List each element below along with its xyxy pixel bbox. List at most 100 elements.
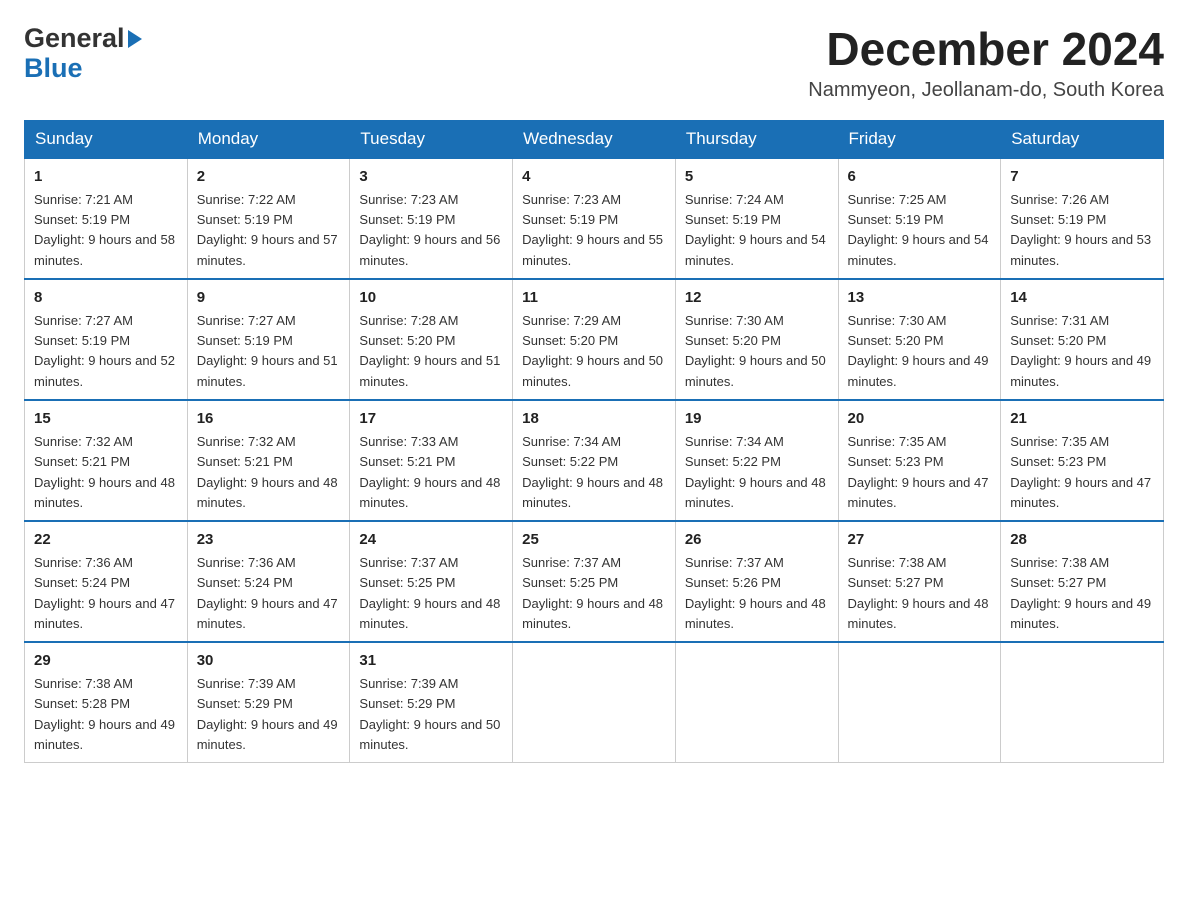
day-info: Sunrise: 7:29 AMSunset: 5:20 PMDaylight:… bbox=[522, 313, 663, 388]
calendar-cell: 10Sunrise: 7:28 AMSunset: 5:20 PMDayligh… bbox=[350, 279, 513, 400]
day-info: Sunrise: 7:23 AMSunset: 5:19 PMDaylight:… bbox=[359, 192, 500, 267]
day-info: Sunrise: 7:32 AMSunset: 5:21 PMDaylight:… bbox=[34, 434, 175, 509]
day-number: 31 bbox=[359, 650, 503, 673]
day-info: Sunrise: 7:27 AMSunset: 5:19 PMDaylight:… bbox=[197, 313, 338, 388]
logo-triangle-icon bbox=[128, 30, 142, 48]
day-info: Sunrise: 7:38 AMSunset: 5:28 PMDaylight:… bbox=[34, 676, 175, 751]
calendar-cell: 9 Sunrise: 7:27 AMSunset: 5:19 PMDaylight… bbox=[187, 279, 350, 400]
calendar-cell: 31 Sunrise: 7:39 AMSunset: 5:29 PMDayligh… bbox=[350, 642, 513, 763]
day-info: Sunrise: 7:38 AMSunset: 5:27 PMDaylight:… bbox=[1010, 555, 1151, 630]
day-number: 18 bbox=[522, 408, 666, 431]
day-info: Sunrise: 7:30 AMSunset: 5:20 PMDaylight:… bbox=[848, 313, 989, 388]
calendar-cell bbox=[1001, 642, 1164, 763]
header-thursday: Thursday bbox=[675, 120, 838, 158]
logo: General Blue bbox=[24, 24, 142, 83]
day-number: 11 bbox=[522, 287, 666, 310]
day-number: 5 bbox=[685, 166, 829, 189]
calendar-cell: 13 Sunrise: 7:30 AMSunset: 5:20 PMDayligh… bbox=[838, 279, 1001, 400]
day-number: 20 bbox=[848, 408, 992, 431]
day-info: Sunrise: 7:37 AMSunset: 5:25 PMDaylight:… bbox=[359, 555, 500, 630]
day-info: Sunrise: 7:28 AMSunset: 5:20 PMDaylight:… bbox=[359, 313, 500, 388]
calendar-cell: 8 Sunrise: 7:27 AMSunset: 5:19 PMDaylight… bbox=[25, 279, 188, 400]
day-info: Sunrise: 7:27 AMSunset: 5:19 PMDaylight:… bbox=[34, 313, 175, 388]
day-info: Sunrise: 7:23 AMSunset: 5:19 PMDaylight:… bbox=[522, 192, 663, 267]
day-info: Sunrise: 7:33 AMSunset: 5:21 PMDaylight:… bbox=[359, 434, 500, 509]
day-number: 24 bbox=[359, 529, 503, 552]
day-number: 27 bbox=[848, 529, 992, 552]
day-info: Sunrise: 7:37 AMSunset: 5:26 PMDaylight:… bbox=[685, 555, 826, 630]
day-info: Sunrise: 7:36 AMSunset: 5:24 PMDaylight:… bbox=[197, 555, 338, 630]
day-number: 16 bbox=[197, 408, 341, 431]
calendar-cell: 23Sunrise: 7:36 AMSunset: 5:24 PMDayligh… bbox=[187, 521, 350, 642]
day-number: 25 bbox=[522, 529, 666, 552]
day-info: Sunrise: 7:24 AMSunset: 5:19 PMDaylight:… bbox=[685, 192, 826, 267]
day-info: Sunrise: 7:37 AMSunset: 5:25 PMDaylight:… bbox=[522, 555, 663, 630]
day-info: Sunrise: 7:31 AMSunset: 5:20 PMDaylight:… bbox=[1010, 313, 1151, 388]
calendar-week-4: 22 Sunrise: 7:36 AMSunset: 5:24 PMDayligh… bbox=[25, 521, 1164, 642]
calendar-cell: 4 Sunrise: 7:23 AMSunset: 5:19 PMDaylight… bbox=[513, 158, 676, 279]
day-number: 14 bbox=[1010, 287, 1154, 310]
calendar-cell: 24 Sunrise: 7:37 AMSunset: 5:25 PMDayligh… bbox=[350, 521, 513, 642]
calendar-week-2: 8 Sunrise: 7:27 AMSunset: 5:19 PMDaylight… bbox=[25, 279, 1164, 400]
day-number: 30 bbox=[197, 650, 341, 673]
header-sunday: Sunday bbox=[25, 120, 188, 158]
calendar-cell: 21 Sunrise: 7:35 AMSunset: 5:23 PMDayligh… bbox=[1001, 400, 1164, 521]
day-number: 12 bbox=[685, 287, 829, 310]
day-number: 8 bbox=[34, 287, 178, 310]
day-info: Sunrise: 7:39 AMSunset: 5:29 PMDaylight:… bbox=[359, 676, 500, 751]
day-info: Sunrise: 7:34 AMSunset: 5:22 PMDaylight:… bbox=[522, 434, 663, 509]
day-info: Sunrise: 7:30 AMSunset: 5:20 PMDaylight:… bbox=[685, 313, 826, 388]
calendar-cell: 30 Sunrise: 7:39 AMSunset: 5:29 PMDayligh… bbox=[187, 642, 350, 763]
title-area: December 2024 Nammyeon, Jeollanam-do, So… bbox=[808, 24, 1164, 102]
calendar-cell: 19 Sunrise: 7:34 AMSunset: 5:22 PMDayligh… bbox=[675, 400, 838, 521]
calendar-table: SundayMondayTuesdayWednesdayThursdayFrid… bbox=[24, 120, 1164, 763]
day-number: 17 bbox=[359, 408, 503, 431]
day-number: 19 bbox=[685, 408, 829, 431]
day-number: 13 bbox=[848, 287, 992, 310]
day-number: 4 bbox=[522, 166, 666, 189]
day-info: Sunrise: 7:26 AMSunset: 5:19 PMDaylight:… bbox=[1010, 192, 1151, 267]
calendar-cell: 28 Sunrise: 7:38 AMSunset: 5:27 PMDayligh… bbox=[1001, 521, 1164, 642]
day-info: Sunrise: 7:35 AMSunset: 5:23 PMDaylight:… bbox=[1010, 434, 1151, 509]
day-info: Sunrise: 7:22 AMSunset: 5:19 PMDaylight:… bbox=[197, 192, 338, 267]
calendar-cell: 5 Sunrise: 7:24 AMSunset: 5:19 PMDaylight… bbox=[675, 158, 838, 279]
calendar-header-row: SundayMondayTuesdayWednesdayThursdayFrid… bbox=[25, 120, 1164, 158]
calendar-cell: 12 Sunrise: 7:30 AMSunset: 5:20 PMDayligh… bbox=[675, 279, 838, 400]
day-info: Sunrise: 7:21 AMSunset: 5:19 PMDaylight:… bbox=[34, 192, 175, 267]
calendar-cell: 25 Sunrise: 7:37 AMSunset: 5:25 PMDayligh… bbox=[513, 521, 676, 642]
day-number: 22 bbox=[34, 529, 178, 552]
day-info: Sunrise: 7:36 AMSunset: 5:24 PMDaylight:… bbox=[34, 555, 175, 630]
calendar-cell: 15Sunrise: 7:32 AMSunset: 5:21 PMDayligh… bbox=[25, 400, 188, 521]
calendar-cell bbox=[838, 642, 1001, 763]
calendar-cell: 6Sunrise: 7:25 AMSunset: 5:19 PMDaylight… bbox=[838, 158, 1001, 279]
calendar-week-3: 15Sunrise: 7:32 AMSunset: 5:21 PMDayligh… bbox=[25, 400, 1164, 521]
day-number: 9 bbox=[197, 287, 341, 310]
day-number: 21 bbox=[1010, 408, 1154, 431]
calendar-cell: 3 Sunrise: 7:23 AMSunset: 5:19 PMDaylight… bbox=[350, 158, 513, 279]
calendar-cell bbox=[675, 642, 838, 763]
logo-blue-text: Blue bbox=[24, 53, 83, 83]
day-number: 6 bbox=[848, 166, 992, 189]
calendar-cell: 1 Sunrise: 7:21 AMSunset: 5:19 PMDaylight… bbox=[25, 158, 188, 279]
header-monday: Monday bbox=[187, 120, 350, 158]
header-wednesday: Wednesday bbox=[513, 120, 676, 158]
calendar-week-1: 1 Sunrise: 7:21 AMSunset: 5:19 PMDaylight… bbox=[25, 158, 1164, 279]
day-number: 29 bbox=[34, 650, 178, 673]
calendar-cell: 20 Sunrise: 7:35 AMSunset: 5:23 PMDayligh… bbox=[838, 400, 1001, 521]
calendar-cell: 2Sunrise: 7:22 AMSunset: 5:19 PMDaylight… bbox=[187, 158, 350, 279]
day-info: Sunrise: 7:35 AMSunset: 5:23 PMDaylight:… bbox=[848, 434, 989, 509]
calendar-week-5: 29 Sunrise: 7:38 AMSunset: 5:28 PMDayligh… bbox=[25, 642, 1164, 763]
header: General Blue December 2024 Nammyeon, Jeo… bbox=[24, 24, 1164, 102]
day-number: 26 bbox=[685, 529, 829, 552]
location-subtitle: Nammyeon, Jeollanam-do, South Korea bbox=[808, 79, 1164, 102]
day-number: 7 bbox=[1010, 166, 1154, 189]
calendar-cell: 27 Sunrise: 7:38 AMSunset: 5:27 PMDayligh… bbox=[838, 521, 1001, 642]
day-number: 3 bbox=[359, 166, 503, 189]
day-info: Sunrise: 7:34 AMSunset: 5:22 PMDaylight:… bbox=[685, 434, 826, 509]
day-info: Sunrise: 7:39 AMSunset: 5:29 PMDaylight:… bbox=[197, 676, 338, 751]
calendar-cell: 29 Sunrise: 7:38 AMSunset: 5:28 PMDayligh… bbox=[25, 642, 188, 763]
day-number: 1 bbox=[34, 166, 178, 189]
day-number: 28 bbox=[1010, 529, 1154, 552]
header-tuesday: Tuesday bbox=[350, 120, 513, 158]
day-info: Sunrise: 7:38 AMSunset: 5:27 PMDaylight:… bbox=[848, 555, 989, 630]
